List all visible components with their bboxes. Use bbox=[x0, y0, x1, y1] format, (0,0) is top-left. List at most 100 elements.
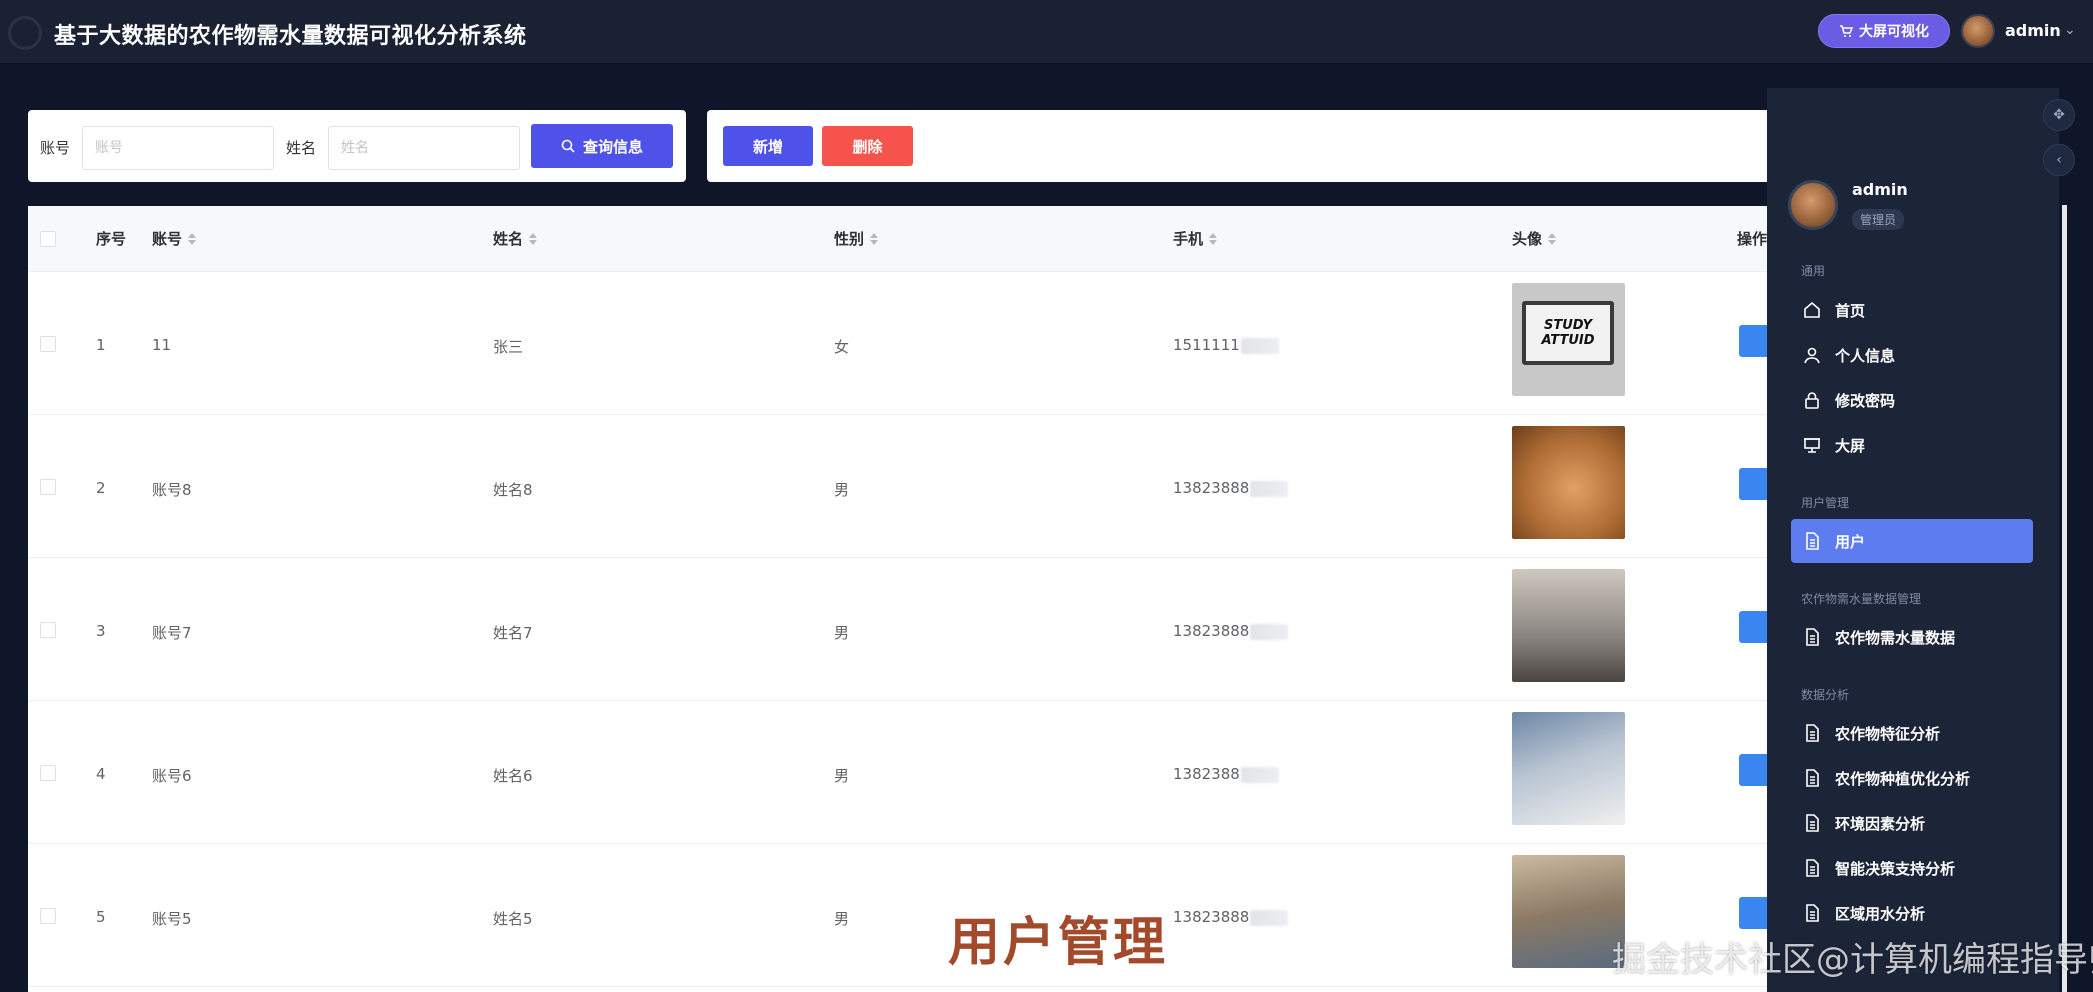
cell-index: 1 bbox=[96, 336, 106, 354]
row-checkbox[interactable] bbox=[40, 765, 56, 781]
sidebar-item-label: 修改密码 bbox=[1835, 391, 1896, 410]
column-index: 序号 bbox=[96, 230, 127, 248]
delete-button[interactable]: 删除 bbox=[822, 126, 913, 166]
sidebar-item-decision-support[interactable]: 智能决策支持分析 bbox=[1791, 846, 2033, 890]
column-name[interactable]: 姓名 bbox=[493, 228, 538, 249]
cell-phone: 1382388 bbox=[1173, 765, 1279, 783]
table-row[interactable]: 3 账号7 姓名7 男 13823888 bbox=[28, 558, 1778, 701]
cell-index: 2 bbox=[96, 479, 106, 497]
collapse-icon[interactable]: ‹ bbox=[2043, 144, 2075, 176]
document-icon bbox=[1806, 904, 1819, 922]
sidebar: admin 管理员 通用 首页 个人信息 修改密码 大屏 用户管理 用户 农作物… bbox=[1767, 88, 2059, 992]
move-icon[interactable]: ✥ bbox=[2043, 99, 2075, 131]
presentation-icon bbox=[1804, 438, 1820, 453]
cart-icon bbox=[1840, 25, 1853, 37]
header-username[interactable]: admin bbox=[2005, 21, 2061, 40]
bigscreen-label: 大屏可视化 bbox=[1859, 24, 1929, 40]
document-icon bbox=[1806, 724, 1819, 742]
sort-icon[interactable] bbox=[529, 232, 538, 245]
column-phone[interactable]: 手机 bbox=[1173, 228, 1218, 249]
top-header: 基于大数据的农作物需水量数据可视化分析系统 大屏可视化 admin ⌄ bbox=[0, 0, 2093, 64]
sidebar-item-label: 农作物种植优化分析 bbox=[1835, 769, 1971, 788]
sidebar-item-users[interactable]: 用户 bbox=[1791, 519, 2033, 563]
watermark: 掘金技术社区@计算机编程指导师 bbox=[1612, 940, 2093, 980]
sidebar-item-environment-analysis[interactable]: 环境因素分析 bbox=[1791, 801, 2033, 845]
bigscreen-button[interactable]: 大屏可视化 bbox=[1818, 14, 1950, 48]
avatar-image-text: STUDY ATTUID bbox=[1522, 301, 1614, 365]
home-icon bbox=[1804, 301, 1820, 318]
sidebar-item-label: 智能决策支持分析 bbox=[1835, 859, 1956, 878]
cell-phone: 13823888 bbox=[1173, 622, 1289, 640]
sidebar-item-profile[interactable]: 个人信息 bbox=[1791, 333, 2033, 377]
sort-icon[interactable] bbox=[870, 232, 879, 245]
cell-phone: 1511111 bbox=[1173, 336, 1279, 354]
row-checkbox[interactable] bbox=[40, 479, 56, 495]
menu-group-crop-data: 农作物需水量数据管理 bbox=[1801, 592, 1922, 606]
user-table: 序号 账号 姓名 性别 手机 头像 操作 1 11 张三 女 1511111 S… bbox=[28, 206, 1778, 992]
table-row[interactable]: 2 账号8 姓名8 男 13823888 bbox=[28, 415, 1778, 558]
row-checkbox[interactable] bbox=[40, 622, 56, 638]
user-icon bbox=[1804, 347, 1820, 364]
cell-gender: 男 bbox=[834, 767, 850, 785]
document-icon bbox=[1806, 769, 1819, 787]
document-icon bbox=[1806, 628, 1819, 646]
avatar-image bbox=[1512, 855, 1625, 968]
search-panel: 账号 姓名 查询信息 bbox=[28, 110, 686, 182]
sidebar-item-crop-data[interactable]: 农作物需水量数据 bbox=[1791, 615, 2033, 659]
cell-name: 姓名8 bbox=[493, 481, 533, 499]
cell-name: 姓名5 bbox=[493, 910, 533, 928]
sidebar-item-crop-feature-analysis[interactable]: 农作物特征分析 bbox=[1791, 711, 2033, 755]
cell-name: 姓名7 bbox=[493, 624, 533, 642]
avatar-image: STUDY ATTUID bbox=[1512, 283, 1625, 396]
sidebar-item-label: 农作物特征分析 bbox=[1835, 724, 1941, 743]
sidebar-item-label: 首页 bbox=[1835, 301, 1866, 320]
lock-icon bbox=[1805, 392, 1819, 409]
add-button[interactable]: 新增 bbox=[723, 126, 813, 166]
avatar-image bbox=[1512, 569, 1625, 682]
sidebar-username: admin bbox=[1852, 180, 1908, 199]
select-all-checkbox[interactable] bbox=[40, 231, 56, 247]
sidebar-item-home[interactable]: 首页 bbox=[1791, 288, 2033, 332]
cell-name: 姓名6 bbox=[493, 767, 533, 785]
table-row[interactable]: 1 11 张三 女 1511111 STUDY ATTUID bbox=[28, 272, 1778, 415]
column-gender[interactable]: 性别 bbox=[834, 228, 879, 249]
sidebar-item-label: 用户 bbox=[1835, 532, 1866, 551]
name-input[interactable] bbox=[328, 126, 520, 170]
row-checkbox[interactable] bbox=[40, 908, 56, 924]
scrollbar[interactable] bbox=[2062, 205, 2067, 992]
cell-index: 4 bbox=[96, 765, 106, 783]
video-caption: 用户管理 bbox=[948, 913, 1169, 973]
cell-gender: 男 bbox=[834, 624, 850, 642]
app-title: 基于大数据的农作物需水量数据可视化分析系统 bbox=[54, 24, 527, 49]
user-avatar[interactable] bbox=[1961, 14, 1995, 48]
name-label: 姓名 bbox=[286, 139, 317, 157]
column-account[interactable]: 账号 bbox=[152, 228, 197, 249]
table-row[interactable]: 4 账号6 姓名6 男 1382388 bbox=[28, 701, 1778, 844]
sidebar-item-password[interactable]: 修改密码 bbox=[1791, 378, 2033, 422]
document-icon bbox=[1806, 532, 1819, 550]
sort-icon[interactable] bbox=[188, 232, 197, 245]
sidebar-item-label: 环境因素分析 bbox=[1835, 814, 1926, 833]
sort-icon[interactable] bbox=[1209, 232, 1218, 245]
action-panel: 新增 删除 bbox=[707, 110, 1777, 182]
sidebar-item-bigscreen[interactable]: 大屏 bbox=[1791, 423, 2033, 467]
account-input[interactable] bbox=[82, 126, 274, 170]
sidebar-item-planting-optimization[interactable]: 农作物种植优化分析 bbox=[1791, 756, 2033, 800]
sidebar-item-regional-water[interactable]: 区域用水分析 bbox=[1791, 891, 2033, 935]
search-button[interactable]: 查询信息 bbox=[531, 124, 673, 168]
search-button-label: 查询信息 bbox=[582, 137, 643, 156]
column-avatar[interactable]: 头像 bbox=[1512, 228, 1557, 249]
table-header: 序号 账号 姓名 性别 手机 头像 操作 bbox=[28, 206, 1778, 272]
cell-index: 3 bbox=[96, 622, 106, 640]
table-row[interactable]: 5 账号5 姓名5 男 13823888 bbox=[28, 844, 1778, 987]
sidebar-item-label: 个人信息 bbox=[1835, 346, 1896, 365]
cell-phone: 13823888 bbox=[1173, 479, 1289, 497]
chevron-down-icon[interactable]: ⌄ bbox=[2064, 22, 2076, 38]
cell-phone: 13823888 bbox=[1173, 908, 1289, 926]
row-checkbox[interactable] bbox=[40, 336, 56, 352]
logo-icon bbox=[8, 16, 42, 50]
sort-icon[interactable] bbox=[1548, 232, 1557, 245]
cell-account: 账号8 bbox=[152, 481, 192, 499]
cell-account: 账号7 bbox=[152, 624, 192, 642]
search-icon bbox=[561, 139, 575, 153]
